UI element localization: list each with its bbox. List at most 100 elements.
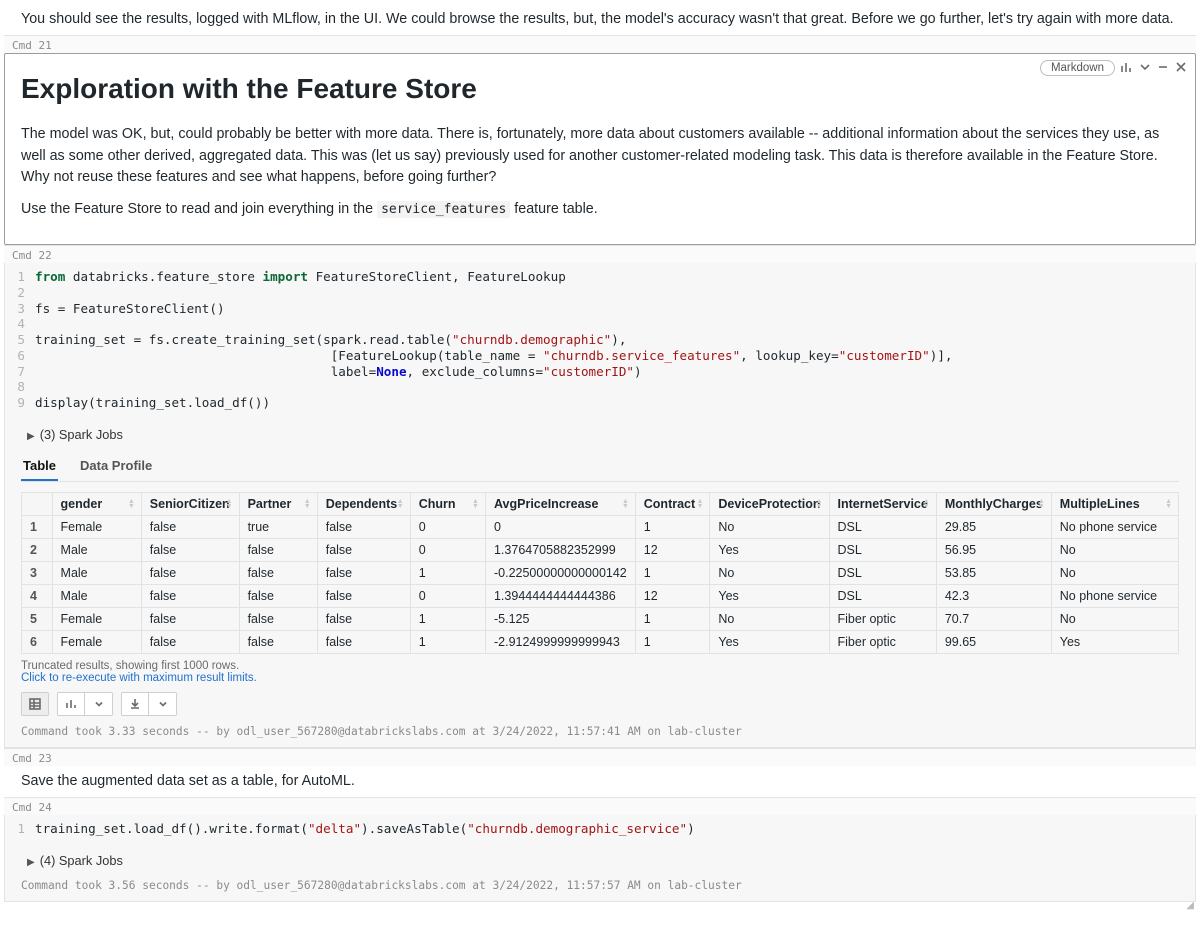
cell-label: Cmd 22 bbox=[12, 250, 52, 261]
cell: false bbox=[141, 515, 239, 538]
table-row[interactable]: 1Femalefalsetruefalse001NoDSL29.85No pho… bbox=[22, 515, 1179, 538]
sort-icon[interactable]: ▲▼ bbox=[622, 499, 629, 509]
sort-icon[interactable]: ▲▼ bbox=[1165, 499, 1172, 509]
cell: 1 bbox=[635, 515, 710, 538]
row-number: 5 bbox=[22, 607, 53, 630]
cell: No bbox=[710, 515, 829, 538]
sort-icon[interactable]: ▲▼ bbox=[472, 499, 479, 509]
spark-jobs-toggle[interactable]: ▶(3) Spark Jobs bbox=[21, 419, 1179, 448]
column-header[interactable]: InternetService▲▼ bbox=[829, 492, 936, 515]
cell: DSL bbox=[829, 538, 936, 561]
markdown-p2: Use the Feature Store to read and join e… bbox=[21, 199, 1179, 220]
cell: 1 bbox=[410, 630, 485, 653]
sort-icon[interactable]: ▲▼ bbox=[128, 499, 135, 509]
output-area: ▶(4) Spark Jobs Command took 3.56 second… bbox=[5, 843, 1195, 901]
cell-divider-21: Cmd 21 bbox=[4, 35, 1196, 53]
cell: DSL bbox=[829, 584, 936, 607]
code-editor[interactable]: 1from databricks.feature_store import Fe… bbox=[5, 263, 1195, 417]
code-cell-24[interactable]: 1training_set.load_df().write.format("de… bbox=[4, 815, 1196, 902]
column-header[interactable]: Partner▲▼ bbox=[239, 492, 317, 515]
column-header[interactable]: gender▲▼ bbox=[52, 492, 141, 515]
cell: -0.22500000000000142 bbox=[485, 561, 635, 584]
inline-code: service_features bbox=[377, 201, 510, 218]
tab-table[interactable]: Table bbox=[21, 452, 58, 481]
close-icon[interactable] bbox=[1175, 61, 1187, 76]
column-header[interactable]: Dependents▲▼ bbox=[317, 492, 410, 515]
resize-handle-icon[interactable]: ◢ bbox=[1186, 900, 1194, 911]
row-number: 1 bbox=[22, 515, 53, 538]
cell: false bbox=[141, 630, 239, 653]
cell: No bbox=[710, 607, 829, 630]
table-row[interactable]: 5Femalefalsefalsefalse1-5.1251NoFiber op… bbox=[22, 607, 1179, 630]
table-corner bbox=[22, 492, 53, 515]
table-view-button[interactable] bbox=[21, 692, 49, 716]
cell: false bbox=[239, 538, 317, 561]
cell: false bbox=[317, 515, 410, 538]
sort-icon[interactable]: ▲▼ bbox=[923, 499, 930, 509]
cell: 70.7 bbox=[936, 607, 1051, 630]
cell: 12 bbox=[635, 538, 710, 561]
cell: -5.125 bbox=[485, 607, 635, 630]
chart-view-button[interactable] bbox=[57, 692, 85, 716]
cell: No phone service bbox=[1051, 515, 1178, 538]
column-header[interactable]: DeviceProtection▲▼ bbox=[710, 492, 829, 515]
cell: 0 bbox=[410, 538, 485, 561]
cell: Yes bbox=[1051, 630, 1178, 653]
reexecute-link[interactable]: Click to re-execute with maximum result … bbox=[21, 672, 1179, 684]
result-table[interactable]: gender▲▼SeniorCitizen▲▼Partner▲▼Dependen… bbox=[21, 492, 1179, 654]
cell: 42.3 bbox=[936, 584, 1051, 607]
cell: false bbox=[141, 584, 239, 607]
spark-jobs-toggle[interactable]: ▶(4) Spark Jobs bbox=[21, 845, 1179, 874]
chart-icon[interactable] bbox=[1121, 61, 1133, 76]
cell: false bbox=[239, 607, 317, 630]
cell: Fiber optic bbox=[829, 607, 936, 630]
sort-icon[interactable]: ▲▼ bbox=[696, 499, 703, 509]
column-header[interactable]: Churn▲▼ bbox=[410, 492, 485, 515]
language-pill[interactable]: Markdown bbox=[1040, 60, 1115, 76]
download-button[interactable] bbox=[121, 692, 149, 716]
sort-icon[interactable]: ▲▼ bbox=[226, 499, 233, 509]
download-dropdown-button[interactable] bbox=[149, 692, 177, 716]
result-tabs: Table Data Profile bbox=[21, 452, 1179, 482]
caret-right-icon: ▶ bbox=[27, 857, 35, 868]
cell: false bbox=[141, 561, 239, 584]
cell: 99.65 bbox=[936, 630, 1051, 653]
sort-icon[interactable]: ▲▼ bbox=[397, 499, 404, 509]
tab-data-profile[interactable]: Data Profile bbox=[78, 452, 154, 481]
intro-markdown: You should see the results, logged with … bbox=[4, 4, 1196, 35]
sort-icon[interactable]: ▲▼ bbox=[816, 499, 823, 509]
cell: Male bbox=[52, 561, 141, 584]
cell: No bbox=[710, 561, 829, 584]
cell: false bbox=[317, 561, 410, 584]
result-toolbar bbox=[21, 684, 1179, 720]
column-header[interactable]: MonthlyCharges▲▼ bbox=[936, 492, 1051, 515]
cell-label: Cmd 21 bbox=[12, 40, 52, 51]
cell: 12 bbox=[635, 584, 710, 607]
column-header[interactable]: Contract▲▼ bbox=[635, 492, 710, 515]
minimize-icon[interactable] bbox=[1157, 61, 1169, 76]
markdown-cell-23: Save the augmented data set as a table, … bbox=[4, 766, 1196, 797]
cell: 1.3944444444444386 bbox=[485, 584, 635, 607]
cell: 0 bbox=[485, 515, 635, 538]
table-row[interactable]: 6Femalefalsefalsefalse1-2.91249999999999… bbox=[22, 630, 1179, 653]
cell: false bbox=[239, 584, 317, 607]
table-row[interactable]: 3Malefalsefalsefalse1-0.2250000000000014… bbox=[22, 561, 1179, 584]
cell: 1 bbox=[635, 561, 710, 584]
cell: 1 bbox=[635, 607, 710, 630]
table-row[interactable]: 2Malefalsefalsefalse01.37647058823529991… bbox=[22, 538, 1179, 561]
column-header[interactable]: MultipleLines▲▼ bbox=[1051, 492, 1178, 515]
sort-icon[interactable]: ▲▼ bbox=[1038, 499, 1045, 509]
cell: 1 bbox=[410, 561, 485, 584]
column-header[interactable]: AvgPriceIncrease▲▼ bbox=[485, 492, 635, 515]
cell: 29.85 bbox=[936, 515, 1051, 538]
output-area: ▶(3) Spark Jobs Table Data Profile gende… bbox=[5, 417, 1195, 747]
code-editor[interactable]: 1training_set.load_df().write.format("de… bbox=[5, 815, 1195, 843]
sort-icon[interactable]: ▲▼ bbox=[304, 499, 311, 509]
table-row[interactable]: 4Malefalsefalsefalse01.39444444444443861… bbox=[22, 584, 1179, 607]
chevron-down-icon[interactable] bbox=[1139, 61, 1151, 76]
column-header[interactable]: SeniorCitizen▲▼ bbox=[141, 492, 239, 515]
cell-divider-23: Cmd 23 bbox=[4, 748, 1196, 766]
markdown-cell-focused[interactable]: Markdown Exploration with the Feature St… bbox=[4, 53, 1196, 245]
chart-dropdown-button[interactable] bbox=[85, 692, 113, 716]
code-cell-22[interactable]: 1from databricks.feature_store import Fe… bbox=[4, 263, 1196, 748]
